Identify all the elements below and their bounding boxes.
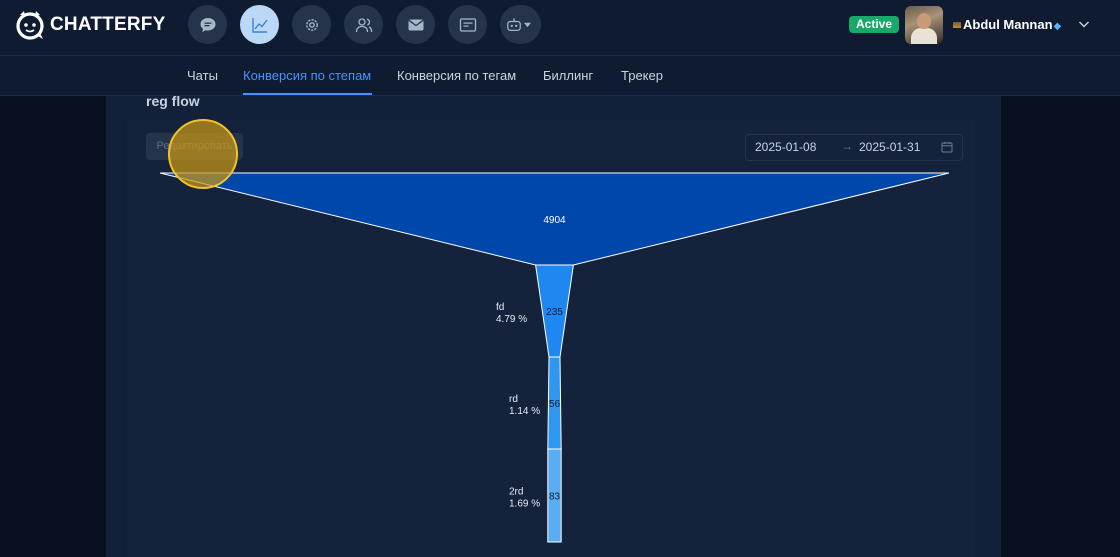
funnel-stage-percent: 1.69 % xyxy=(509,499,540,510)
funnel-chart: 4904 235 fd4.79 % 56 rd1.14 % 83 2rd1.69 % xyxy=(159,172,950,543)
funnel-value-label: 4904 xyxy=(543,215,566,226)
funnel-stage-percent: 4.79 % xyxy=(496,314,527,325)
funnel-value-label: 83 xyxy=(549,492,561,503)
funnel-stage-label: rd xyxy=(509,394,518,405)
funnel-value-label: 235 xyxy=(546,307,563,318)
funnel-stage-percent: 1.14 % xyxy=(509,406,540,417)
funnel-stage-label: 2rd xyxy=(509,487,523,498)
funnel-value-label: 56 xyxy=(549,399,561,410)
funnel-stage-label: fd xyxy=(496,302,504,313)
